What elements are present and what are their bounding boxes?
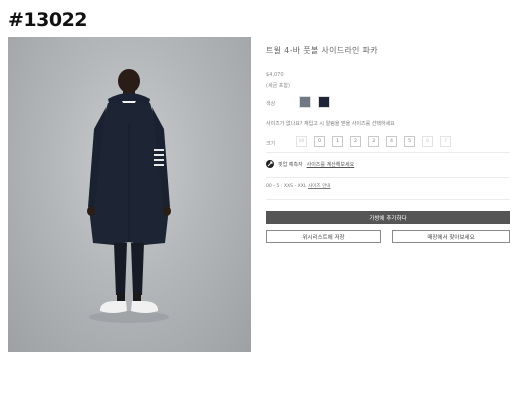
product-title: 트윌 4-바 풋볼 사이드라인 파카 xyxy=(266,46,378,55)
add-to-bag-button[interactable]: 가방에 추가하다 xyxy=(266,211,510,224)
divider xyxy=(266,199,510,200)
size-restock-hint: 사이즈가 없나요? 재입고 시 알림을 받을 사이즈를 선택하세요 xyxy=(266,121,395,127)
size-guide-link[interactable]: 사이즈 안내 xyxy=(308,184,331,189)
size-option[interactable]: 4 xyxy=(386,136,397,147)
color-swatch-grey[interactable] xyxy=(299,96,311,108)
fit-predictor: 핏업 예측자 사이즈를 계산해보세요 xyxy=(266,160,354,168)
size-option[interactable]: 6 xyxy=(422,136,433,147)
size-option[interactable]: 3 xyxy=(368,136,379,147)
size-options: 00 0 1 2 3 4 5 6 7 xyxy=(296,136,451,147)
size-option[interactable]: 00 xyxy=(296,136,307,147)
divider xyxy=(266,177,510,178)
divider xyxy=(266,152,510,153)
size-option[interactable]: 0 xyxy=(314,136,325,147)
size-label: 크기 xyxy=(266,141,276,147)
size-option[interactable]: 2 xyxy=(350,136,361,147)
size-option[interactable]: 5 xyxy=(404,136,415,147)
size-range: 00 - 5 : XXS - XXL 사이즈 안내 xyxy=(266,183,331,189)
color-swatch-navy[interactable] xyxy=(318,96,330,108)
item-code: #13022 xyxy=(8,9,88,31)
tax-note: (세금 포함) xyxy=(266,83,290,89)
wishlist-button[interactable]: 위시리스트에 저장 xyxy=(266,230,381,243)
product-price: $4,070 xyxy=(266,72,284,78)
fit-predictor-label: 핏업 예측자 xyxy=(278,161,303,168)
size-range-text: 00 - 5 : XXS - XXL xyxy=(266,184,307,189)
fit-predictor-icon xyxy=(266,160,274,168)
product-image[interactable] xyxy=(8,37,251,352)
model-illustration xyxy=(87,69,171,323)
size-option[interactable]: 1 xyxy=(332,136,343,147)
size-option[interactable]: 7 xyxy=(440,136,451,147)
find-in-store-button[interactable]: 매장에서 찾아보세요 xyxy=(392,230,510,243)
fit-predictor-link[interactable]: 사이즈를 계산해보세요 xyxy=(307,161,355,168)
color-label: 색상 xyxy=(266,101,276,107)
